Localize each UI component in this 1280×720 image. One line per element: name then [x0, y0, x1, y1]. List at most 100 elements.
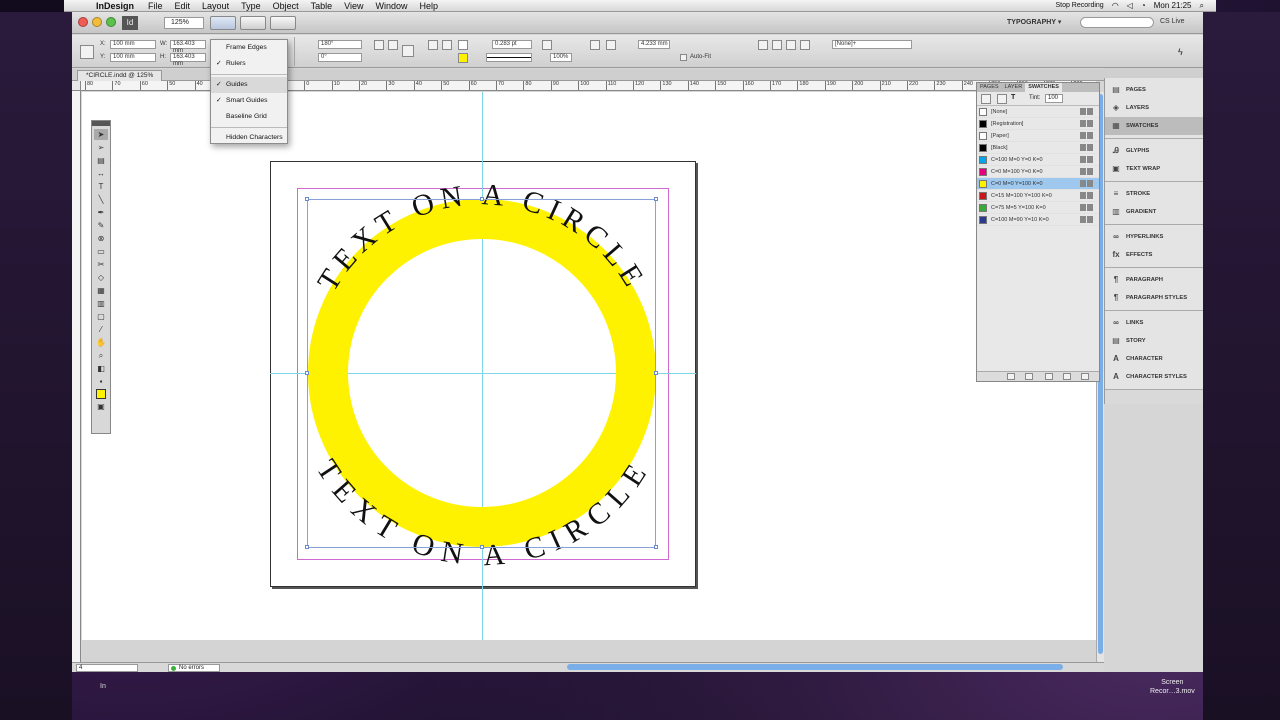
- preflight-status[interactable]: No errors: [168, 664, 220, 672]
- hand-tool-icon[interactable]: ✋: [94, 337, 108, 348]
- menu-item-rulers[interactable]: ✓ Rulers: [211, 56, 287, 72]
- menu-item-smart-guides[interactable]: ✓ Smart Guides: [211, 93, 287, 109]
- dock-item-character-styles[interactable]: A CHARACTER STYLES: [1105, 368, 1203, 386]
- swatch-row[interactable]: [Black]: [977, 142, 1099, 154]
- tab-pages[interactable]: PAGES: [977, 83, 1002, 92]
- time-machine-icon[interactable]: ◔: [1141, 1, 1146, 10]
- resize-handle[interactable]: [305, 545, 309, 549]
- menu-item-guides[interactable]: ✓ Guides: [211, 77, 287, 93]
- align-center-icon[interactable]: [772, 40, 782, 50]
- swatch-row[interactable]: C=100 M=90 Y=10 K=0: [977, 214, 1099, 226]
- dock-item-hyperlinks[interactable]: ∞ HYPERLINKS: [1105, 228, 1203, 246]
- stop-recording-button[interactable]: Stop Recording: [1055, 2, 1103, 9]
- cs-live-button[interactable]: CS Live: [1160, 18, 1185, 25]
- new-color-group-icon[interactable]: [1063, 373, 1071, 380]
- fill-stroke-icon[interactable]: ◧: [94, 363, 108, 374]
- close-window-button[interactable]: [78, 17, 88, 27]
- ruler-origin[interactable]: [72, 81, 81, 91]
- help-search-input[interactable]: [1080, 17, 1154, 28]
- line-tool-icon[interactable]: ╲: [94, 194, 108, 205]
- screen-mode-icon[interactable]: ▣: [94, 401, 108, 412]
- menu-edit[interactable]: Edit: [175, 1, 191, 11]
- clock[interactable]: Mon 21:25: [1154, 1, 1192, 10]
- spotlight-icon[interactable]: ⌕: [1200, 1, 1204, 11]
- stroke-swatch[interactable]: [458, 53, 468, 63]
- dock-item-character[interactable]: A CHARACTER: [1105, 350, 1203, 368]
- dock-item-text-wrap[interactable]: ▣ TEXT WRAP: [1105, 160, 1203, 178]
- horizontal-scroll-thumb[interactable]: [567, 664, 1063, 670]
- menu-view[interactable]: View: [344, 1, 363, 11]
- rotate-ccw-icon[interactable]: [388, 40, 398, 50]
- rectangle-tool-icon[interactable]: ▭: [94, 246, 108, 257]
- page-tool-icon[interactable]: ▤: [94, 155, 108, 166]
- dock-item-stroke[interactable]: ≡ STROKE: [1105, 185, 1203, 203]
- shear-angle-field[interactable]: 0°: [318, 53, 362, 62]
- swatch-row[interactable]: C=100 M=0 Y=0 K=0: [977, 154, 1099, 166]
- tab-layers[interactable]: LAYER: [1002, 83, 1026, 92]
- menu-help[interactable]: Help: [420, 1, 439, 11]
- zoom-window-button[interactable]: [106, 17, 116, 27]
- resize-handle[interactable]: [305, 371, 309, 375]
- screen-mode-button[interactable]: [240, 16, 266, 30]
- reference-point-icon[interactable]: [80, 45, 94, 59]
- desktop-file-icon[interactable]: Screen Recor…3.mov: [1150, 678, 1195, 696]
- dock-item-pages[interactable]: ▤ PAGES: [1105, 81, 1203, 99]
- container-icon[interactable]: [997, 94, 1007, 104]
- pen-tool-icon[interactable]: ✒: [94, 207, 108, 218]
- resize-handle[interactable]: [480, 197, 484, 201]
- pencil-tool-icon[interactable]: ✎: [94, 220, 108, 231]
- dock-item-glyphs[interactable]: Ꭿ GLYPHS: [1105, 142, 1203, 160]
- workspace-switcher[interactable]: TYPOGRAPHY ▾: [1007, 18, 1061, 26]
- gradient-tool-icon[interactable]: ▦: [94, 285, 108, 296]
- width-field[interactable]: 163.403 mm: [170, 40, 206, 54]
- align-left-icon[interactable]: [758, 40, 768, 50]
- current-fill-swatch[interactable]: [96, 389, 106, 399]
- free-transform-tool-icon[interactable]: ◇: [94, 272, 108, 283]
- fill-stroke-toggle-icon[interactable]: [981, 94, 991, 104]
- swatch-row[interactable]: [Registration]: [977, 118, 1099, 130]
- zoom-level-field[interactable]: 125%: [164, 17, 204, 29]
- dock-item-paragraph[interactable]: ¶ PARAGRAPH: [1105, 271, 1203, 289]
- resize-handle[interactable]: [305, 197, 309, 201]
- zoom-tool-icon[interactable]: ⌕: [94, 350, 108, 361]
- tools-panel-grip[interactable]: [92, 121, 110, 126]
- opacity-field[interactable]: 100%: [550, 53, 572, 62]
- tab-swatches[interactable]: SWATCHES: [1025, 83, 1062, 92]
- apply-color-icon[interactable]: ▪: [94, 376, 108, 387]
- flip-horizontal-icon[interactable]: [428, 40, 438, 50]
- rotate-cw-icon[interactable]: [374, 40, 384, 50]
- tint-field[interactable]: 100: [1045, 94, 1063, 103]
- resize-handle[interactable]: [654, 197, 658, 201]
- text-format-icon[interactable]: T: [1011, 94, 1021, 104]
- gradient-feather-tool-icon[interactable]: ▥: [94, 298, 108, 309]
- dock-item-story[interactable]: ▤ STORY: [1105, 332, 1203, 350]
- height-field[interactable]: 163.403 mm: [170, 53, 206, 67]
- minimize-window-button[interactable]: [92, 17, 102, 27]
- arrange-documents-button[interactable]: [270, 16, 296, 30]
- dock-item-effects[interactable]: fx EFFECTS: [1105, 246, 1203, 264]
- align-right-icon[interactable]: [786, 40, 796, 50]
- fill-swatch[interactable]: [458, 40, 468, 50]
- scissors-tool-icon[interactable]: ✂: [94, 259, 108, 270]
- menu-object[interactable]: Object: [273, 1, 299, 11]
- path-type-icon[interactable]: [402, 45, 414, 57]
- resize-handle[interactable]: [480, 545, 484, 549]
- volume-icon[interactable]: ◁: [1127, 1, 1133, 10]
- view-options-button[interactable]: [210, 16, 236, 30]
- page-number-field[interactable]: 4: [76, 664, 138, 672]
- menu-type[interactable]: Type: [241, 1, 261, 11]
- fit-content-icon[interactable]: [590, 40, 600, 50]
- menu-layout[interactable]: Layout: [202, 1, 229, 11]
- show-color-swatches-icon[interactable]: [1025, 373, 1033, 380]
- direct-selection-tool-icon[interactable]: ➢: [94, 142, 108, 153]
- swatch-row[interactable]: C=0 M=100 Y=0 K=0: [977, 166, 1099, 178]
- show-all-swatches-icon[interactable]: [1007, 373, 1015, 380]
- selection-tool-icon[interactable]: ➤: [94, 129, 108, 140]
- dock-item-layers[interactable]: ◈ LAYERS: [1105, 99, 1203, 117]
- ellipse-frame-tool-icon[interactable]: ⊗: [94, 233, 108, 244]
- gap-tool-icon[interactable]: ↔: [94, 168, 108, 179]
- lightning-icon[interactable]: ϟ: [1178, 47, 1188, 57]
- corner-size-field[interactable]: 4.233 mm: [638, 40, 670, 49]
- menu-window[interactable]: Window: [375, 1, 407, 11]
- eyedropper-tool-icon[interactable]: ⁄: [94, 324, 108, 335]
